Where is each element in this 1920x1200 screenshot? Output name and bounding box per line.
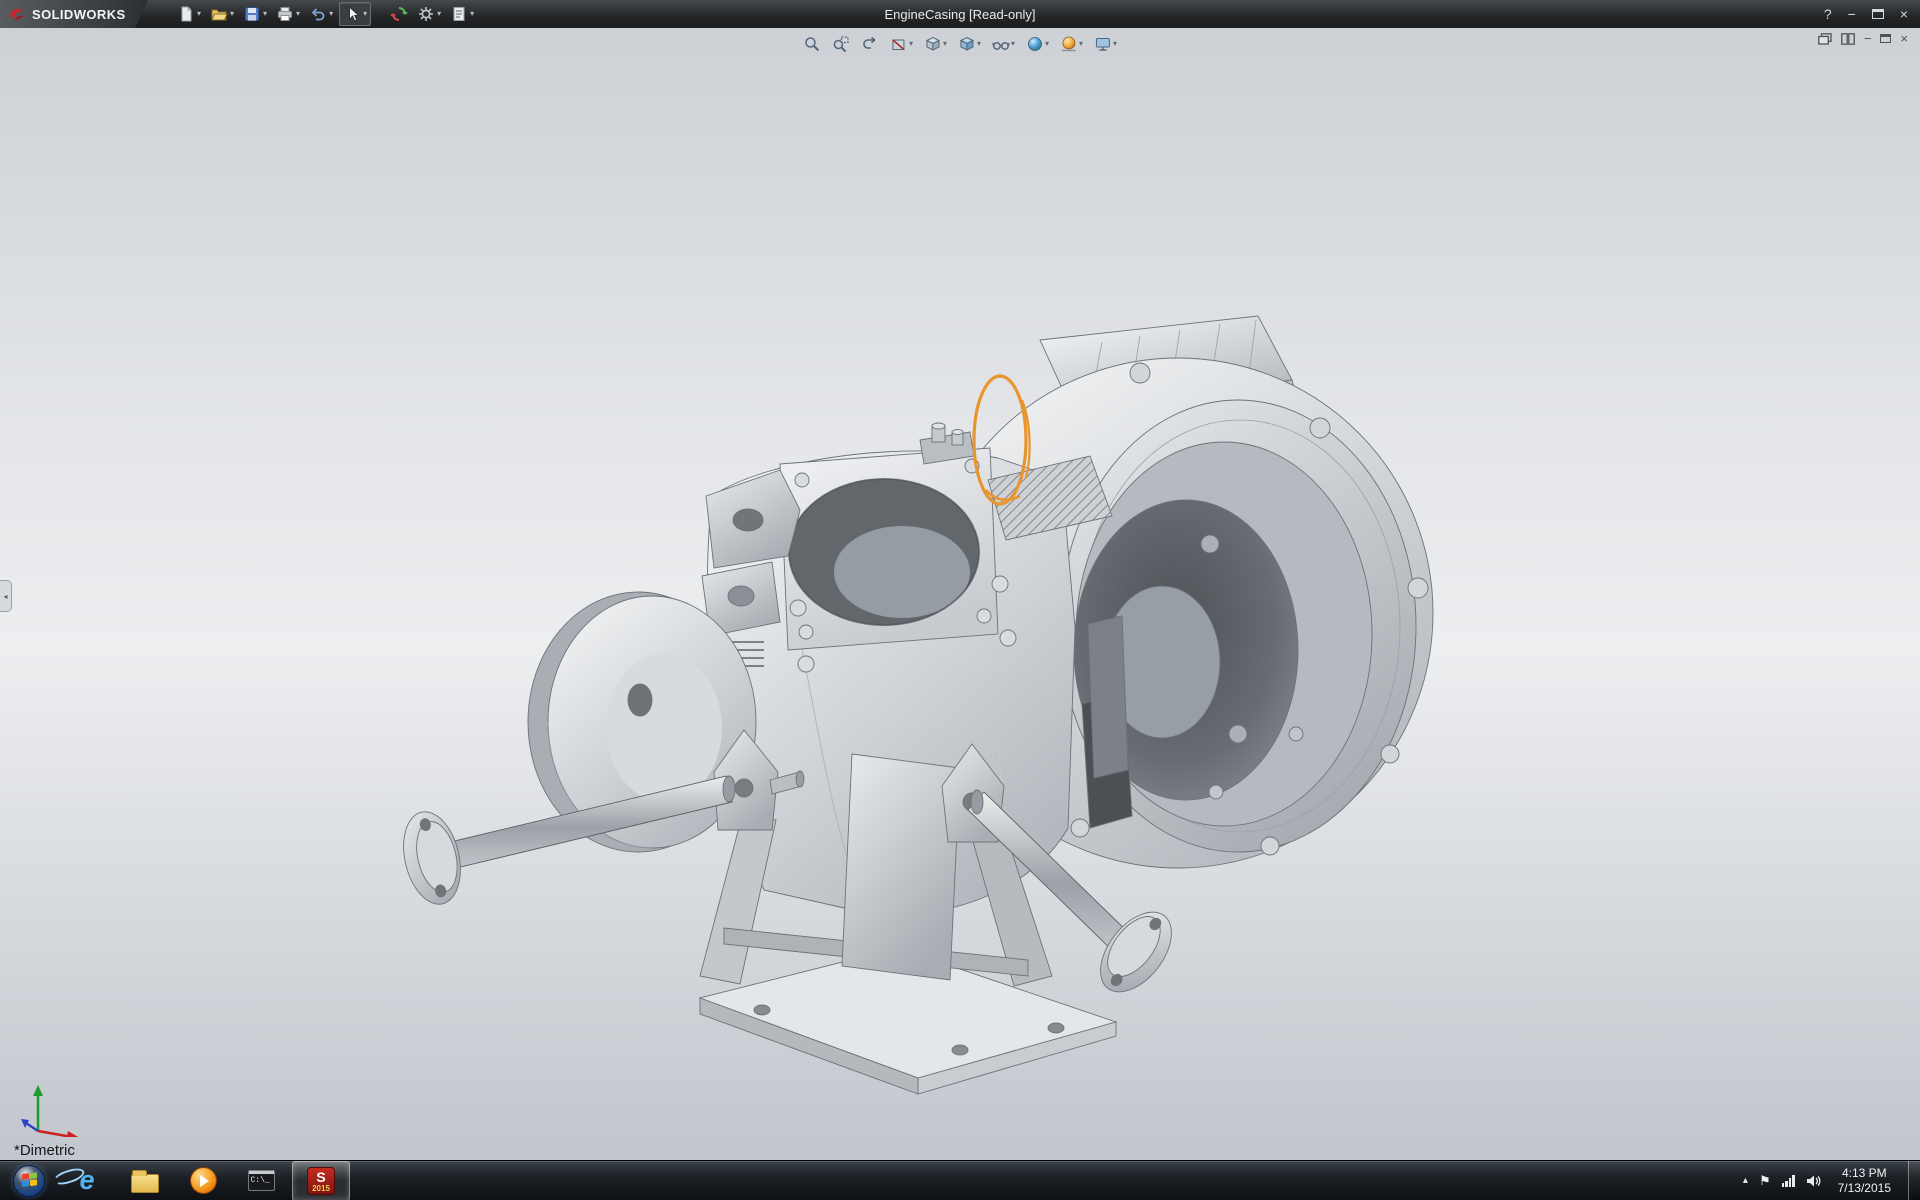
open-button[interactable]: ▾: [207, 3, 237, 25]
doc-minimize-button[interactable]: −: [1864, 32, 1872, 45]
view-orientation-button[interactable]: ▾: [922, 34, 949, 54]
apply-scene-sphere-icon: [1060, 35, 1078, 53]
zoom-to-fit-button[interactable]: [801, 34, 823, 54]
solidworks-window: SOLIDWORKS ▾ ▾: [0, 0, 1920, 1200]
close-button[interactable]: ×: [1900, 7, 1908, 21]
system-tray: ▴ ⚑ 4:13 PM 7/13/2015: [1735, 1161, 1920, 1200]
dropdown-caret[interactable]: ▾: [1011, 40, 1015, 48]
zoom-to-area-button[interactable]: [830, 34, 852, 54]
new-document-button[interactable]: ▾: [174, 3, 204, 25]
clock-time: 4:13 PM: [1838, 1166, 1891, 1181]
view-settings-monitor-icon: [1094, 35, 1112, 53]
doc-close-button[interactable]: ×: [1900, 32, 1908, 45]
doc-restore-button[interactable]: [1880, 34, 1891, 43]
windows-orb-icon: [13, 1165, 45, 1197]
dropdown-caret[interactable]: ▾: [470, 10, 474, 18]
display-style-icon: [958, 35, 976, 53]
taskbar-windows-explorer-button[interactable]: [116, 1161, 174, 1200]
options-button[interactable]: ▾: [414, 3, 444, 25]
previous-view-icon: [861, 35, 879, 53]
new-document-icon: [177, 5, 195, 23]
document-window-controls: − ×: [1818, 32, 1908, 45]
minimize-button[interactable]: −: [1848, 7, 1856, 21]
section-view-icon: [890, 35, 908, 53]
dropdown-caret[interactable]: ▾: [230, 10, 234, 18]
main-toolbar: ▾ ▾ ▾: [174, 2, 477, 26]
orientation-triad: [20, 1079, 90, 1142]
print-button[interactable]: ▾: [273, 3, 303, 25]
action-center-flag-icon[interactable]: ⚑: [1759, 1173, 1771, 1189]
taskbar-solidworks-button[interactable]: S 2015: [292, 1161, 350, 1200]
rebuild-button[interactable]: [387, 3, 411, 25]
doc-tile-button[interactable]: [1841, 33, 1855, 45]
command-prompt-icon: C:\_: [248, 1170, 275, 1191]
volume-icon[interactable]: [1806, 1174, 1821, 1188]
start-button[interactable]: [0, 1161, 58, 1200]
gear-icon: [417, 5, 435, 23]
heads-up-view-toolbar: ▾ ▾: [801, 34, 1119, 54]
view-orientation-cube-icon: [924, 35, 942, 53]
undo-icon: [309, 5, 327, 23]
solidworks-app-icon: S 2015: [307, 1167, 335, 1195]
taskbar-media-player-button[interactable]: [174, 1161, 232, 1200]
window-title: EngineCasing [Read-only]: [884, 7, 1035, 22]
brand-text: SOLIDWORKS: [32, 7, 126, 22]
dropdown-caret[interactable]: ▾: [1045, 40, 1049, 48]
apply-scene-button[interactable]: ▾: [1058, 34, 1085, 54]
save-button[interactable]: ▾: [240, 3, 270, 25]
doc-cascade-button[interactable]: [1818, 33, 1832, 45]
select-cursor-icon: [343, 5, 361, 23]
tray-expand-button[interactable]: ▴: [1743, 1175, 1748, 1186]
solidworks-version-badge: 2015: [308, 1185, 334, 1193]
open-icon: [210, 5, 228, 23]
display-pane-collapse-tab[interactable]: ◂: [0, 580, 12, 612]
taskbar: e C:\_ S 2015 ▴ ⚑: [0, 1160, 1920, 1200]
help-button[interactable]: ?: [1824, 7, 1832, 21]
view-settings-button[interactable]: ▾: [1092, 34, 1119, 54]
clock-date: 7/13/2015: [1838, 1181, 1891, 1196]
edit-appearance-button[interactable]: ▾: [1024, 34, 1051, 54]
edit-appearance-sphere-icon: [1026, 35, 1044, 53]
media-player-icon: [190, 1167, 217, 1194]
taskbar-command-prompt-button[interactable]: C:\_: [232, 1161, 290, 1200]
network-icon[interactable]: [1782, 1175, 1795, 1187]
dropdown-caret[interactable]: ▾: [437, 10, 441, 18]
rebuild-icon: [390, 5, 408, 23]
display-style-button[interactable]: ▾: [956, 34, 983, 54]
dropdown-caret[interactable]: ▾: [909, 40, 913, 48]
previous-view-button[interactable]: [859, 34, 881, 54]
solidworks-logo-icon: [8, 5, 26, 23]
print-icon: [276, 5, 294, 23]
section-view-button[interactable]: ▾: [888, 34, 915, 54]
select-button[interactable]: ▾: [339, 2, 371, 26]
engine-casing-model[interactable]: [0, 28, 1920, 1160]
undo-button[interactable]: ▾: [306, 3, 336, 25]
dropdown-caret[interactable]: ▾: [977, 40, 981, 48]
file-properties-icon: [450, 5, 468, 23]
dropdown-caret[interactable]: ▾: [1113, 40, 1117, 48]
dropdown-caret[interactable]: ▾: [296, 10, 300, 18]
save-icon: [243, 5, 261, 23]
hide-show-items-button[interactable]: ▾: [990, 34, 1017, 54]
dropdown-caret[interactable]: ▾: [943, 40, 947, 48]
dropdown-caret[interactable]: ▾: [197, 10, 201, 18]
hide-show-eyeglasses-icon: [992, 35, 1010, 53]
dropdown-caret[interactable]: ▾: [363, 10, 367, 18]
zoom-to-fit-icon: [803, 35, 821, 53]
dropdown-caret[interactable]: ▾: [1079, 40, 1083, 48]
show-desktop-button[interactable]: [1908, 1161, 1920, 1200]
dropdown-caret[interactable]: ▾: [263, 10, 267, 18]
file-properties-button[interactable]: ▾: [447, 3, 477, 25]
view-orientation-label: *Dimetric: [14, 1142, 75, 1159]
maximize-button[interactable]: [1872, 9, 1884, 19]
folder-icon: [131, 1174, 159, 1193]
taskbar-internet-explorer-button[interactable]: e: [58, 1161, 116, 1200]
taskbar-clock[interactable]: 4:13 PM 7/13/2015: [1832, 1166, 1897, 1196]
title-bar: SOLIDWORKS ▾ ▾: [0, 0, 1920, 28]
solidworks-logo: SOLIDWORKS: [0, 0, 148, 28]
dropdown-caret[interactable]: ▾: [329, 10, 333, 18]
graphics-area[interactable]: ▾ ▾: [0, 28, 1920, 1160]
zoom-to-area-icon: [832, 35, 850, 53]
window-controls: ? − ×: [1824, 7, 1920, 21]
